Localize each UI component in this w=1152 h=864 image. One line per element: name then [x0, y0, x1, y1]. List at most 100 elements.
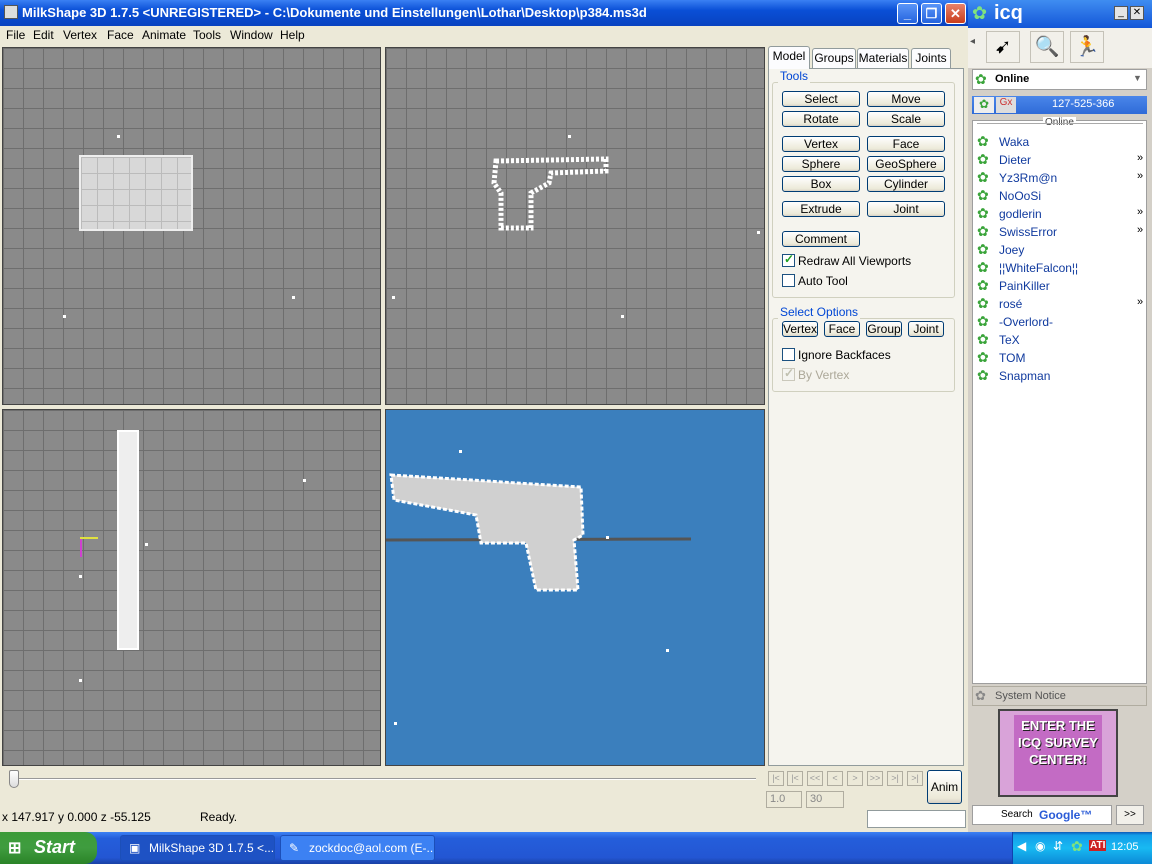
contacts-tab-icon[interactable]: ✿ [974, 97, 994, 113]
menu-tools[interactable]: Tools [193, 28, 221, 42]
tool-panel: Model Groups Materials Joints Tools Sele… [767, 46, 965, 766]
viewport-top[interactable] [2, 409, 381, 766]
next-frame-button[interactable]: > [847, 771, 863, 786]
groups-tab-icon[interactable]: Gx [996, 97, 1016, 113]
contact-item[interactable]: ✿ godlerin » [977, 205, 1145, 223]
contact-item[interactable]: ✿ SwissError » [977, 223, 1145, 241]
sphere-tool-button[interactable]: Sphere [782, 156, 860, 172]
icq-survey-ad[interactable]: ENTER THE ICQ SURVEY CENTER! [998, 709, 1118, 797]
select-by-vertex-button[interactable]: Vertex [782, 321, 818, 337]
frame-start-field[interactable]: 1.0 [766, 791, 802, 808]
cylinder-tool-button[interactable]: Cylinder [867, 176, 945, 192]
scale-tool-button[interactable]: Scale [867, 111, 945, 127]
select-by-joint-button[interactable]: Joint [908, 321, 944, 337]
contact-item[interactable]: ✿ Waka [977, 133, 1145, 151]
contact-item[interactable]: ✿ Dieter » [977, 151, 1145, 169]
contact-name: Dieter [999, 153, 1032, 167]
start-button[interactable]: ⊞ Start [0, 832, 97, 864]
icq-minimize-button[interactable]: _ [1114, 6, 1128, 20]
prev-key-button[interactable]: |< [787, 771, 803, 786]
contact-item[interactable]: ✿ rosé » [977, 295, 1145, 313]
icq-close-button[interactable]: ✕ [1130, 6, 1144, 20]
tab-model[interactable]: Model [768, 46, 810, 69]
rewind-button[interactable]: << [807, 771, 823, 786]
menu-face[interactable]: Face [107, 28, 134, 42]
last-frame-button[interactable]: >| [907, 771, 923, 786]
auto-tool-checkbox[interactable] [782, 274, 795, 287]
joint-tool-button[interactable]: Joint [867, 201, 945, 217]
rotate-tool-button[interactable]: Rotate [782, 111, 860, 127]
contact-item[interactable]: ✿ -Overlord- [977, 313, 1145, 331]
menu-animate[interactable]: Animate [142, 28, 186, 42]
ati-tray-icon[interactable]: ATI [1089, 840, 1107, 851]
contact-more-icon[interactable]: » [1137, 296, 1143, 308]
prev-frame-button[interactable]: < [827, 771, 843, 786]
select-by-face-button[interactable]: Face [824, 321, 860, 337]
vertex-tool-button[interactable]: Vertex [782, 136, 860, 152]
timeline-slider-handle[interactable] [9, 770, 19, 788]
contact-item[interactable]: ✿ Joey [977, 241, 1145, 259]
google-logo: Google™ [1039, 808, 1093, 822]
close-button[interactable]: ✕ [945, 3, 966, 24]
icq-tray-icon[interactable]: ✿ [1071, 838, 1083, 855]
network-icon[interactable]: ⇵ [1053, 839, 1063, 853]
task-icq-chat[interactable]: ✎ zockdoc@aol.com (E-... [280, 835, 435, 861]
collapse-arrow-icon[interactable]: ◂ [970, 36, 975, 47]
tab-materials[interactable]: Materials [857, 48, 909, 68]
ignore-backfaces-checkbox[interactable] [782, 348, 795, 361]
contact-item[interactable]: ✿ Snapman [977, 367, 1145, 385]
minimize-button[interactable]: _ [897, 3, 918, 24]
contact-name: godlerin [999, 207, 1042, 221]
title-bar[interactable]: MilkShape 3D 1.7.5 <UNREGISTERED> - C:\D… [0, 0, 968, 26]
contact-more-icon[interactable]: » [1137, 170, 1143, 182]
activity-icon[interactable]: 🏃 [1070, 31, 1104, 63]
comment-button[interactable]: Comment [782, 231, 860, 247]
contact-more-icon[interactable]: » [1137, 152, 1143, 164]
face-tool-button[interactable]: Face [867, 136, 945, 152]
online-flower-icon: ✿ [977, 223, 989, 239]
menu-edit[interactable]: Edit [33, 28, 54, 42]
maximize-button[interactable]: ❐ [921, 3, 942, 24]
viewport-front[interactable] [2, 47, 381, 405]
geosphere-tool-button[interactable]: GeoSphere [867, 156, 945, 172]
contact-more-icon[interactable]: » [1137, 206, 1143, 218]
next-key-button[interactable]: >| [887, 771, 903, 786]
fast-forward-button[interactable]: >> [867, 771, 883, 786]
menu-window[interactable]: Window [230, 28, 273, 42]
search-go-button[interactable]: >> [1116, 805, 1144, 825]
contact-more-icon[interactable]: » [1137, 224, 1143, 236]
redraw-all-viewports-checkbox[interactable] [782, 252, 795, 267]
anim-button[interactable]: Anim [927, 770, 962, 804]
tray-expand-icon[interactable]: ◀ [1017, 839, 1026, 853]
viewport-side[interactable] [385, 47, 765, 405]
select-tool-button[interactable]: Select [782, 91, 860, 107]
icq-title-bar[interactable]: ✿ icq _ ✕ [968, 0, 1152, 28]
task-milkshape[interactable]: ▣ MilkShape 3D 1.7.5 <... [120, 835, 275, 861]
contact-item[interactable]: ✿ NoOoSi [977, 187, 1145, 205]
contact-item[interactable]: ✿ TOM [977, 349, 1145, 367]
move-tool-button[interactable]: Move [867, 91, 945, 107]
select-by-group-button[interactable]: Group [866, 321, 902, 337]
tray-app-icon[interactable]: ◉ [1035, 839, 1045, 853]
menu-vertex[interactable]: Vertex [63, 28, 97, 42]
first-frame-button[interactable]: |< [768, 771, 784, 786]
system-notice-bar[interactable]: ✿ System Notice [972, 686, 1147, 706]
extrude-tool-button[interactable]: Extrude [782, 201, 860, 217]
contact-item[interactable]: ✿ TeX [977, 331, 1145, 349]
frame-end-field[interactable]: 30 [806, 791, 844, 808]
task-milkshape-label: MilkShape 3D 1.7.5 <... [149, 841, 275, 855]
viewport-3d[interactable] [385, 409, 765, 766]
contact-item[interactable]: ✿ ¦¦WhiteFalcon¦¦ [977, 259, 1145, 277]
tab-groups[interactable]: Groups [812, 48, 856, 68]
tab-joints[interactable]: Joints [911, 48, 951, 68]
my-icq-icon[interactable]: ➹ [986, 31, 1020, 63]
contact-item[interactable]: ✿ PainKiller [977, 277, 1145, 295]
box-tool-button[interactable]: Box [782, 176, 860, 192]
menu-help[interactable]: Help [280, 28, 305, 42]
status-dropdown[interactable]: ✿ Online ▼ [972, 69, 1147, 90]
menu-file[interactable]: File [6, 28, 25, 42]
status-message: Ready. [200, 810, 238, 824]
search-user-icon[interactable]: 🔍 [1030, 31, 1064, 63]
google-search-field[interactable]: Search Google™ [972, 805, 1112, 825]
contact-item[interactable]: ✿ Yz3Rm@n » [977, 169, 1145, 187]
